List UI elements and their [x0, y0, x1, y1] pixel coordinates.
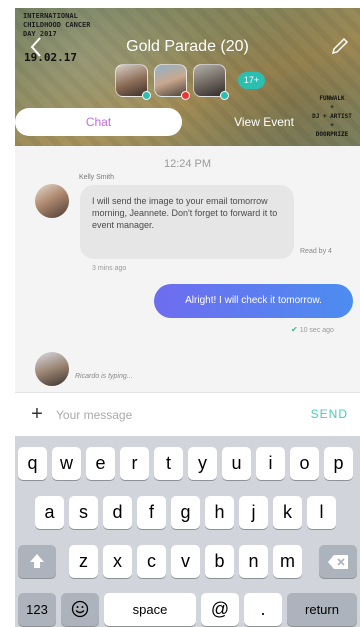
key-i[interactable]: i	[256, 447, 285, 480]
key-s[interactable]: s	[69, 496, 98, 529]
key-j[interactable]: j	[239, 496, 268, 529]
key-r[interactable]: r	[120, 447, 149, 480]
avatar[interactable]	[35, 352, 69, 386]
key-y[interactable]: y	[188, 447, 217, 480]
member-avatar[interactable]	[154, 64, 190, 100]
key-g[interactable]: g	[171, 496, 200, 529]
typing-indicator: Ricardo is typing...	[75, 373, 133, 380]
shift-key[interactable]	[18, 545, 56, 578]
message-input[interactable]	[56, 405, 256, 425]
key-a[interactable]: a	[35, 496, 64, 529]
more-members-badge[interactable]: 17+	[238, 72, 265, 89]
backspace-icon	[328, 555, 348, 569]
event-header: INTERNATIONAL CHILDHOOD CANCER DAY 2017 …	[15, 8, 360, 146]
key-v[interactable]: v	[171, 545, 200, 578]
read-receipt: Read by 4	[300, 248, 332, 255]
message-timestamp-text: 10 sec ago	[299, 327, 334, 334]
key-c[interactable]: c	[137, 545, 166, 578]
time-divider: 12:24 PM	[163, 158, 212, 170]
key-f[interactable]: f	[137, 496, 166, 529]
checkmark-icon: ✔	[291, 325, 298, 334]
tab-chat[interactable]: Chat	[15, 108, 182, 136]
key-b[interactable]: b	[205, 545, 234, 578]
key-u[interactable]: u	[222, 447, 251, 480]
poster-activities: FUNWALK + DJ + ARTIST + DOORPRIZE	[310, 94, 354, 139]
member-avatar[interactable]	[115, 64, 151, 100]
key-t[interactable]: t	[154, 447, 183, 480]
poster-heading: INTERNATIONAL CHILDHOOD CANCER DAY 2017	[23, 12, 90, 39]
key-d[interactable]: d	[103, 496, 132, 529]
poster-line: INTERNATIONAL	[23, 12, 78, 20]
shift-arrow-icon	[30, 554, 44, 568]
poster-line: CHILDHOOD CANCER	[23, 21, 91, 29]
return-key[interactable]: return	[287, 593, 357, 626]
key-q[interactable]: q	[18, 447, 47, 480]
pencil-icon	[331, 37, 349, 55]
incoming-message[interactable]: I will send the image to your email tomo…	[80, 185, 294, 259]
key-w[interactable]: w	[52, 447, 81, 480]
key-e[interactable]: e	[86, 447, 115, 480]
send-button[interactable]: SEND	[311, 407, 348, 421]
key-h[interactable]: h	[205, 496, 234, 529]
key-m[interactable]: m	[273, 545, 302, 578]
online-status-dot	[220, 91, 229, 100]
key-n[interactable]: n	[239, 545, 268, 578]
sender-name: Kelly Smith	[79, 174, 115, 181]
keyboard: q w e r t y u i o p a s d f g h j k l z …	[15, 436, 360, 627]
poster-activity: +	[330, 104, 334, 111]
message-timestamp: ✔ 10 sec ago	[291, 325, 334, 334]
key-z[interactable]: z	[69, 545, 98, 578]
member-avatars[interactable]	[115, 64, 229, 100]
outgoing-message[interactable]: Alright! I will check it tomorrow.	[154, 284, 353, 318]
numbers-key[interactable]: 123	[18, 593, 56, 626]
key-p[interactable]: p	[324, 447, 353, 480]
chat-screen: INTERNATIONAL CHILDHOOD CANCER DAY 2017 …	[15, 8, 360, 627]
poster-activity: DOORPRIZE	[315, 131, 349, 138]
poster-activity: FUNWALK	[319, 95, 345, 102]
online-status-dot	[142, 91, 151, 100]
emoji-icon	[71, 600, 89, 618]
key-o[interactable]: o	[290, 447, 319, 480]
key-k[interactable]: k	[273, 496, 302, 529]
poster-activity: DJ + ARTIST	[312, 113, 352, 120]
group-title: Gold Parade (20)	[126, 38, 249, 55]
message-timestamp: 3 mins ago	[92, 265, 127, 272]
period-key[interactable]: .	[244, 593, 282, 626]
member-avatar[interactable]	[193, 64, 229, 100]
attach-button[interactable]: +	[28, 403, 46, 425]
delete-key[interactable]	[319, 545, 357, 578]
offline-status-dot	[181, 91, 190, 100]
tab-view-event[interactable]: View Event	[227, 108, 301, 136]
space-key[interactable]: space	[104, 593, 196, 626]
poster-activity: +	[330, 122, 334, 129]
edit-button[interactable]	[330, 36, 350, 56]
message-composer: + SEND	[15, 392, 360, 436]
avatar[interactable]	[35, 184, 69, 218]
at-key[interactable]: @	[201, 593, 239, 626]
key-x[interactable]: x	[103, 545, 132, 578]
emoji-key[interactable]	[61, 593, 99, 626]
key-l[interactable]: l	[307, 496, 336, 529]
